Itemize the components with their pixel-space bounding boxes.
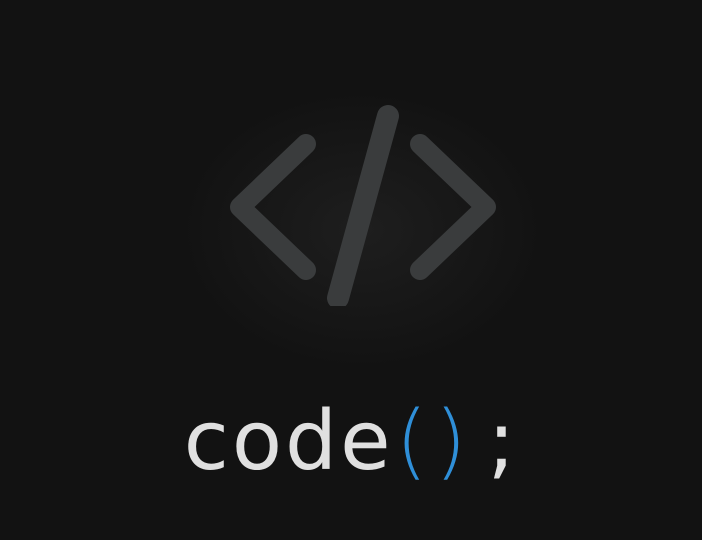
right-angle-bracket bbox=[410, 134, 496, 280]
left-angle-bracket bbox=[230, 134, 316, 280]
wordmark-close-paren: ) bbox=[434, 394, 470, 489]
slash-stroke bbox=[327, 105, 399, 306]
wordmark: code(); bbox=[0, 392, 702, 492]
wordmark-open-paren: ( bbox=[395, 394, 431, 489]
wordmark-semicolon: ; bbox=[487, 394, 519, 489]
code-brackets-icon bbox=[230, 105, 496, 306]
wordmark-word: code bbox=[183, 394, 394, 489]
